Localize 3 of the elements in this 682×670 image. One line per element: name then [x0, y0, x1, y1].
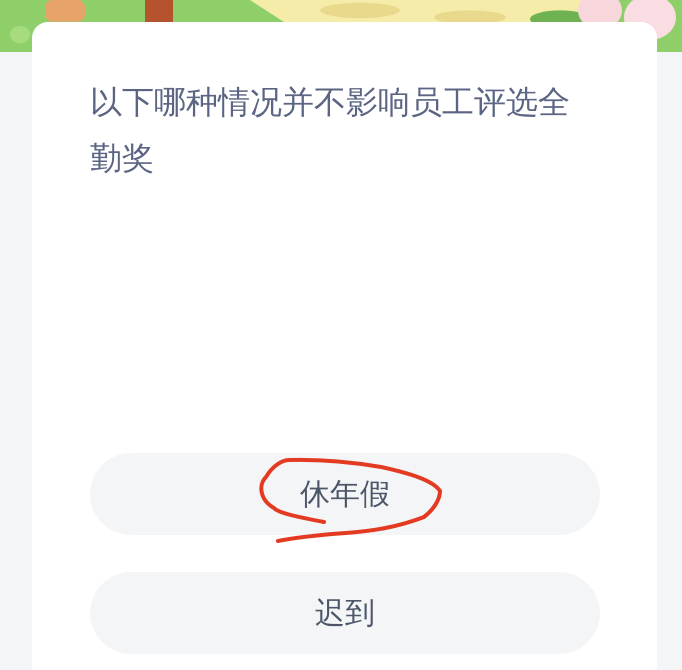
answer-option[interactable]: 迟到	[90, 572, 600, 654]
answer-option[interactable]: 休年假	[90, 453, 600, 535]
question-text: 以下哪种情况并不影响员工评选全勤奖	[90, 82, 571, 179]
